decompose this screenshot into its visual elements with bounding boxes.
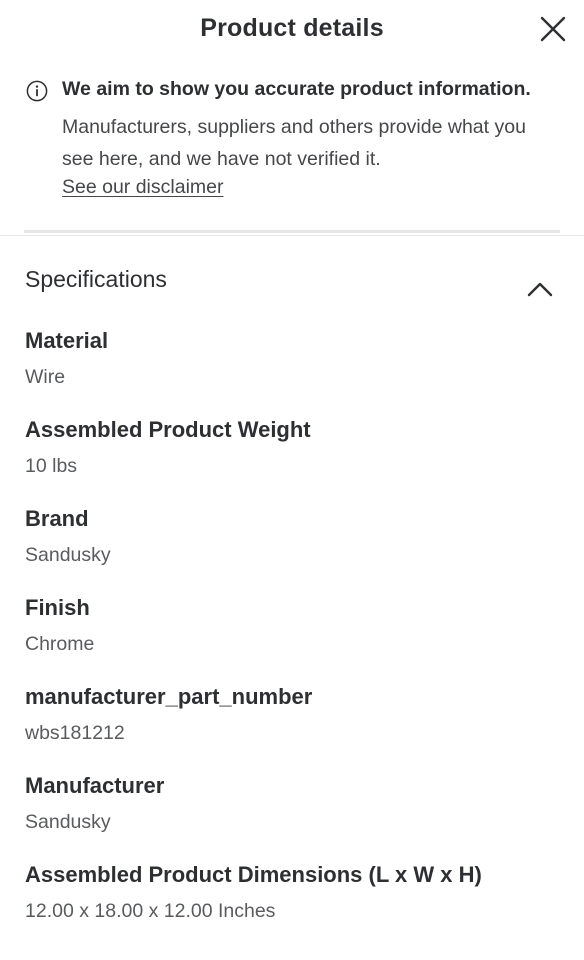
- page-title: Product details: [200, 14, 384, 42]
- spec-item-dimensions: Assembled Product Dimensions (L x W x H)…: [25, 860, 565, 924]
- chevron-up-icon: [527, 282, 553, 297]
- spec-label: manufacturer_part_number: [25, 684, 313, 709]
- spec-label: Finish: [25, 595, 90, 620]
- spec-value: Wire: [25, 366, 66, 388]
- specifications-toggle[interactable]: Specifications: [0, 250, 584, 310]
- notice-headline: We aim to show you accurate product info…: [62, 78, 531, 100]
- spec-label: Material: [25, 328, 109, 353]
- spec-item-finish: Finish Chrome: [25, 593, 565, 657]
- product-details-panel: Product details We aim to show you accur…: [0, 0, 584, 960]
- spec-item-part-number: manufacturer_part_number wbs181212: [25, 682, 565, 746]
- spec-label: Manufacturer: [25, 773, 165, 798]
- disclaimer-link[interactable]: See our disclaimer: [62, 176, 223, 199]
- spec-value: 10 lbs: [25, 455, 78, 477]
- spec-label: Assembled Product Weight: [25, 417, 311, 442]
- spec-value: 12.00 x 18.00 x 12.00 Inches: [25, 900, 276, 922]
- spec-label: Assembled Product Dimensions (L x W x H): [25, 862, 482, 887]
- section-divider-line: [0, 235, 584, 236]
- close-button[interactable]: [538, 14, 568, 44]
- notice-body: Manufacturers, suppliers and others prov…: [62, 116, 526, 170]
- spec-item-weight: Assembled Product Weight 10 lbs: [25, 415, 565, 479]
- spec-value: Chrome: [25, 633, 95, 655]
- spec-value: Sandusky: [25, 811, 111, 833]
- spec-label: Brand: [25, 506, 89, 531]
- panel-header: Product details: [0, 0, 584, 62]
- spec-value: Sandusky: [25, 544, 111, 566]
- close-icon: [540, 16, 566, 42]
- spec-value: wbs181212: [25, 722, 125, 744]
- specifications-title: Specifications: [25, 266, 167, 292]
- spec-item-material: Material Wire: [25, 326, 565, 390]
- section-divider: [24, 230, 560, 233]
- spec-item-manufacturer: Manufacturer Sandusky: [25, 771, 565, 835]
- spec-item-brand: Brand Sandusky: [25, 504, 565, 568]
- info-icon: [26, 80, 48, 102]
